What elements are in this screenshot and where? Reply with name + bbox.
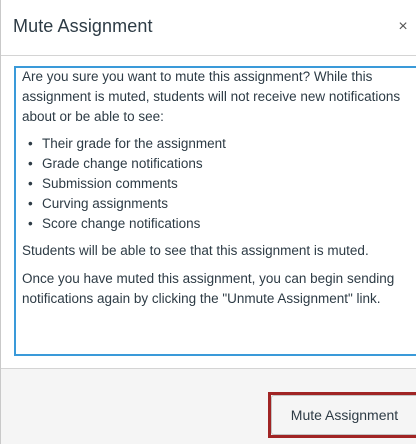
list-item: • Score change notifications bbox=[22, 214, 416, 234]
bullet-icon: • bbox=[28, 156, 33, 171]
bullet-icon: • bbox=[28, 196, 33, 211]
list-item: • Grade change notifications bbox=[22, 154, 416, 174]
unmute-instructions: Once you have muted this assignment, you… bbox=[22, 271, 395, 306]
list-item-label: Grade change notifications bbox=[42, 156, 203, 171]
list-item: • Submission comments bbox=[22, 174, 416, 194]
bullet-icon: • bbox=[28, 216, 33, 231]
list-item: • Their grade for the assignment bbox=[22, 134, 416, 154]
bullet-icon: • bbox=[28, 176, 33, 191]
close-icon[interactable]: × bbox=[394, 16, 412, 38]
hidden-items-list: • Their grade for the assignment • Grade… bbox=[22, 134, 416, 234]
dialog-content: Are you sure you want to mute this assig… bbox=[14, 66, 416, 356]
visibility-note: Students will be able to see that this a… bbox=[22, 243, 369, 258]
mute-assignment-button[interactable]: Mute Assignment bbox=[271, 395, 416, 435]
list-item: • Curving assignments bbox=[22, 194, 416, 214]
list-item-label: Score change notifications bbox=[42, 216, 201, 231]
bullet-icon: • bbox=[28, 136, 33, 151]
list-item-label: Their grade for the assignment bbox=[42, 136, 226, 151]
list-item-label: Submission comments bbox=[42, 176, 178, 191]
mute-assignment-dialog: Mute Assignment × Are you sure you want … bbox=[0, 0, 416, 444]
dialog-title: Mute Assignment bbox=[13, 16, 153, 36]
list-item-label: Curving assignments bbox=[42, 196, 169, 211]
mute-warning-text: Are you sure you want to mute this assig… bbox=[22, 69, 401, 124]
dialog-titlebar: Mute Assignment × bbox=[1, 0, 416, 56]
